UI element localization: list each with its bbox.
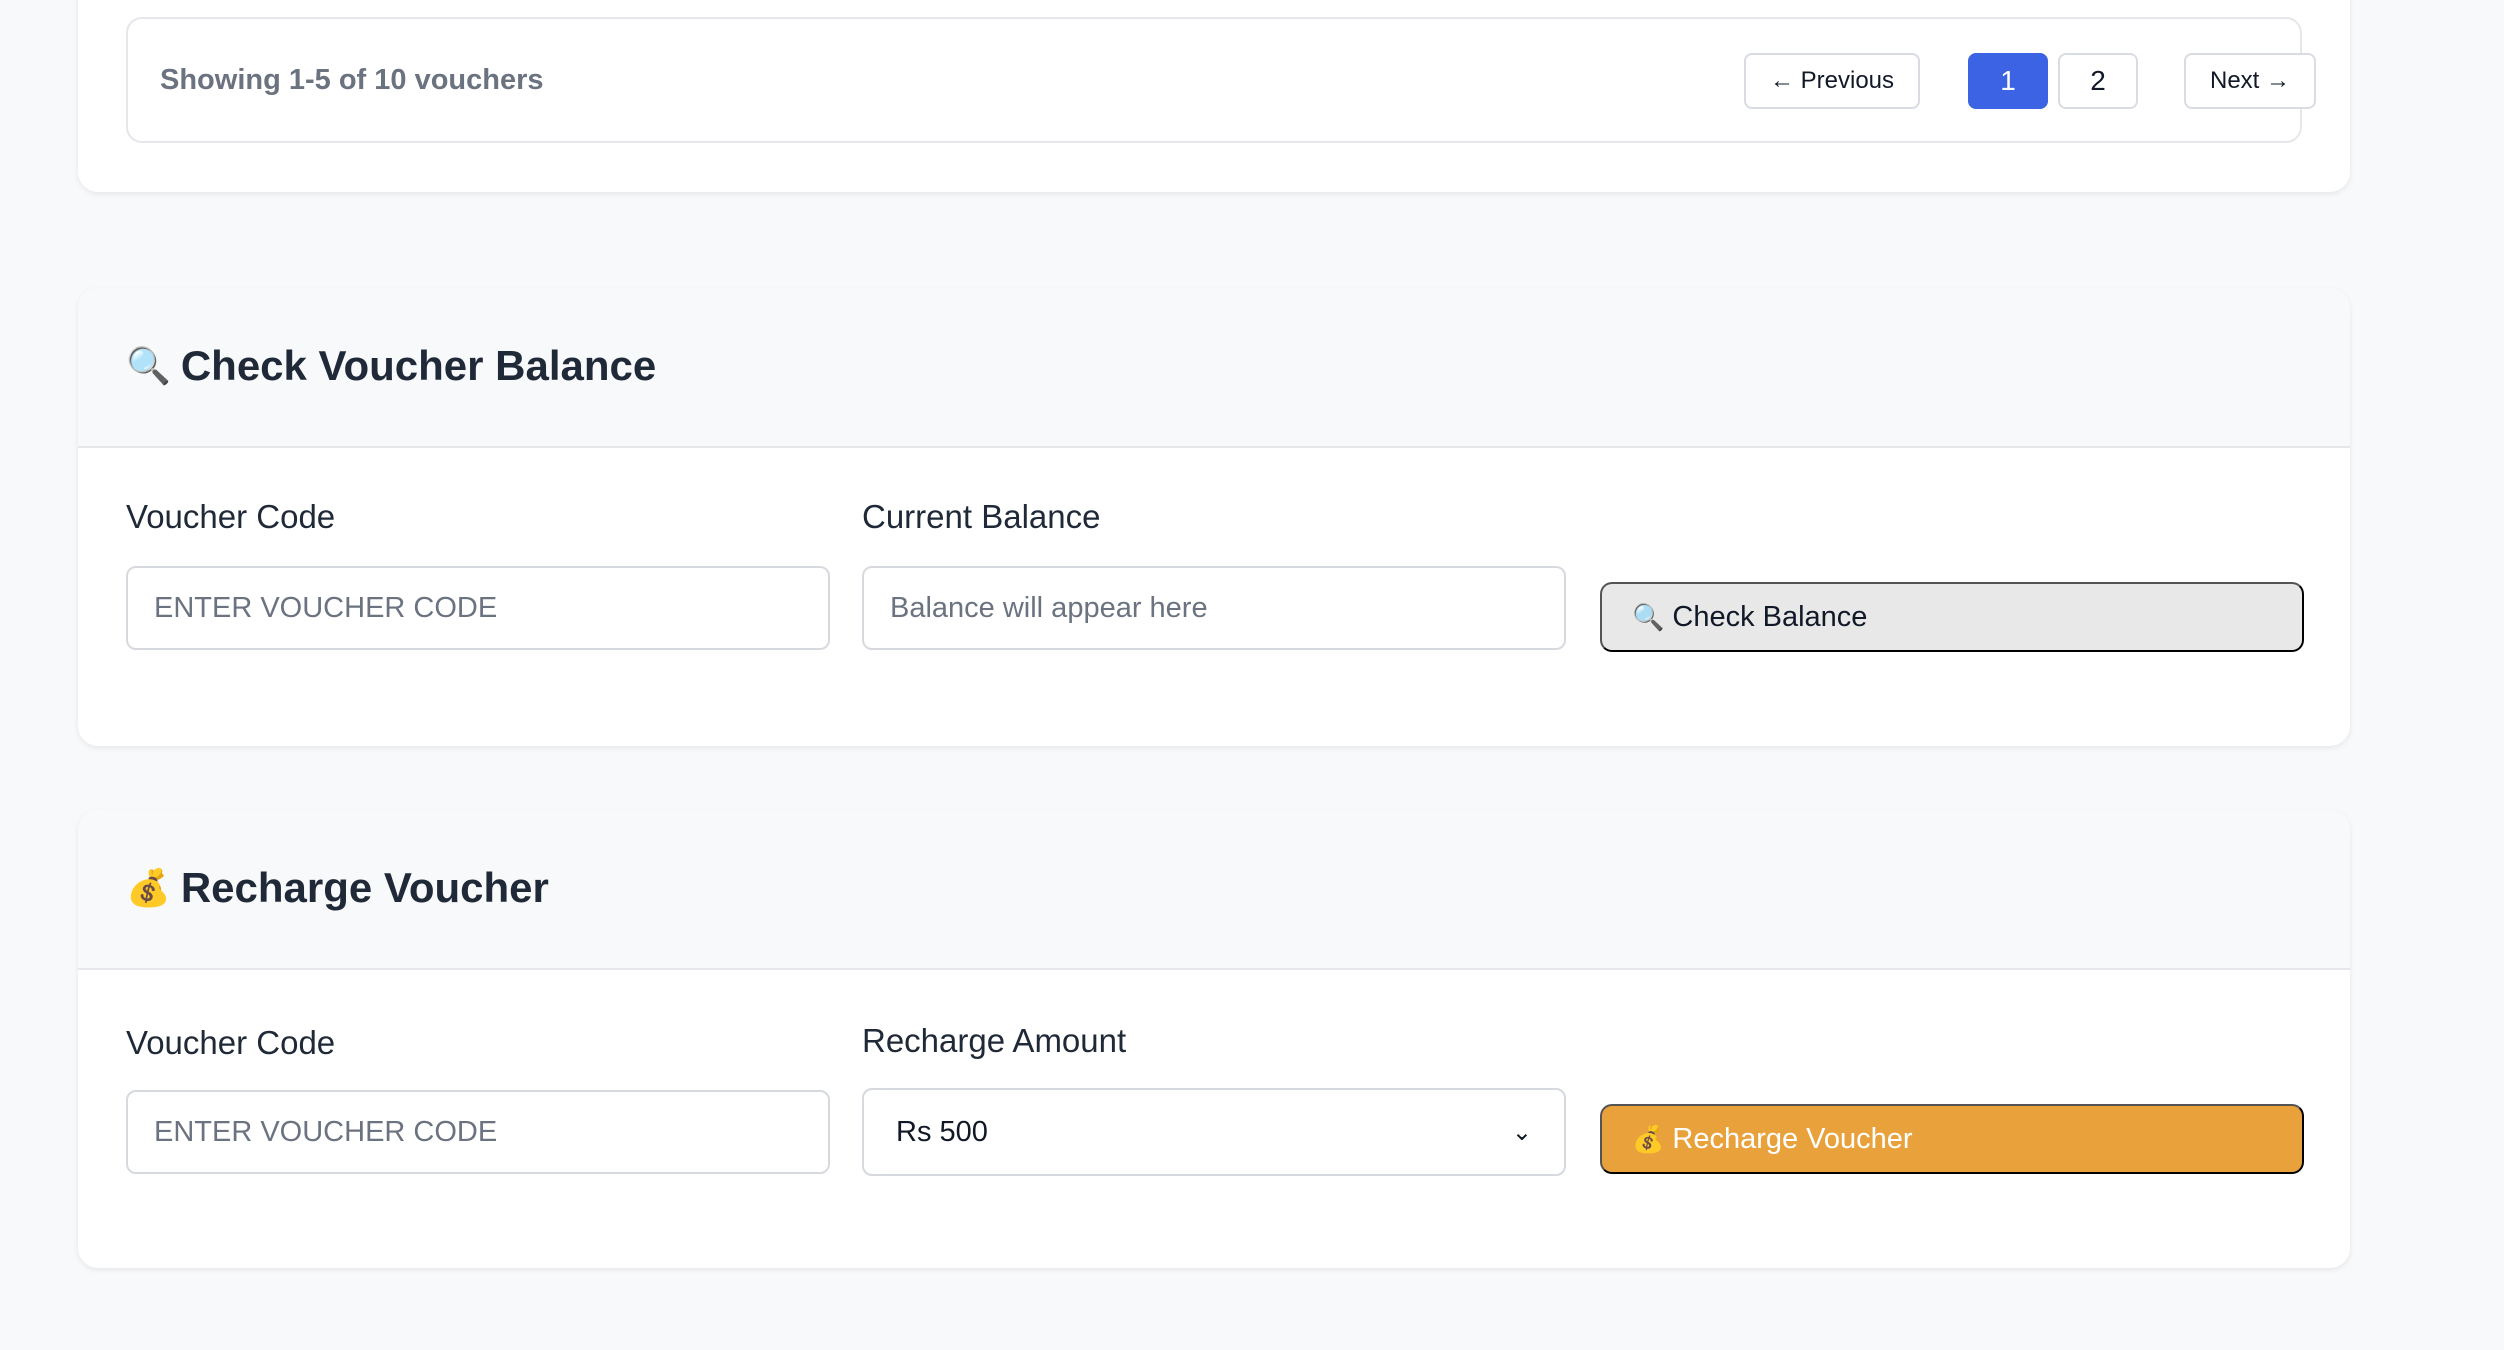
pagination-info: Showing 1-5 of 10 vouchers (160, 64, 544, 96)
next-page-button[interactable]: Next → (2184, 53, 2316, 109)
page-2-button[interactable]: 2 (2058, 53, 2138, 109)
voucher-code-field (126, 566, 830, 650)
recharge-voucher-code-input[interactable] (152, 1114, 804, 1150)
recharge-voucher-code-label: Voucher Code (126, 1024, 336, 1061)
current-balance-field (862, 566, 1566, 650)
recharge-header: 💰 Recharge Voucher (78, 810, 2350, 970)
recharge-title-text: Recharge Voucher (180, 864, 549, 911)
check-balance-button[interactable]: 🔍 Check Balance (1600, 582, 2304, 652)
recharge-amount-label: Recharge Amount (862, 1022, 1127, 1059)
recharge-voucher-button-label: Recharge Voucher (1672, 1122, 1913, 1155)
check-balance-title-text: Check Voucher Balance (180, 342, 657, 389)
magnifier-icon: 🔍 (126, 345, 171, 386)
recharge-voucher-button[interactable]: 💰 Recharge Voucher (1600, 1104, 2304, 1174)
previous-page-button[interactable]: ← Previous (1744, 53, 1920, 109)
recharge-amount-select[interactable]: Rs 500 ⌄ (862, 1088, 1566, 1176)
current-balance-label: Current Balance (862, 498, 1101, 535)
voucher-list-card: Showing 1-5 of 10 vouchers ← Previous 1 … (78, 0, 2350, 192)
recharge-amount-value: Rs 500 (896, 1115, 988, 1148)
magnifier-icon: 🔍 (1632, 601, 1665, 632)
money-bag-icon: 💰 (126, 867, 171, 908)
money-bag-icon: 💰 (1632, 1123, 1665, 1154)
voucher-code-input[interactable] (152, 590, 804, 626)
check-balance-card: 🔍 Check Voucher Balance Voucher Code Cur… (78, 288, 2350, 746)
recharge-card: 💰 Recharge Voucher Voucher Code Recharge… (78, 810, 2350, 1268)
check-balance-button-label: Check Balance (1672, 600, 1868, 633)
current-balance-input[interactable] (888, 590, 1540, 626)
page-1-button[interactable]: 1 (1968, 53, 2048, 109)
check-balance-header: 🔍 Check Voucher Balance (78, 288, 2350, 448)
pagination-bar: Showing 1-5 of 10 vouchers ← Previous 1 … (126, 17, 2316, 143)
check-balance-title: 🔍 Check Voucher Balance (126, 342, 656, 390)
voucher-code-label: Voucher Code (126, 498, 336, 535)
recharge-title: 💰 Recharge Voucher (126, 864, 549, 912)
recharge-voucher-code-field (126, 1090, 830, 1174)
chevron-down-icon: ⌄ (1511, 1118, 1532, 1146)
